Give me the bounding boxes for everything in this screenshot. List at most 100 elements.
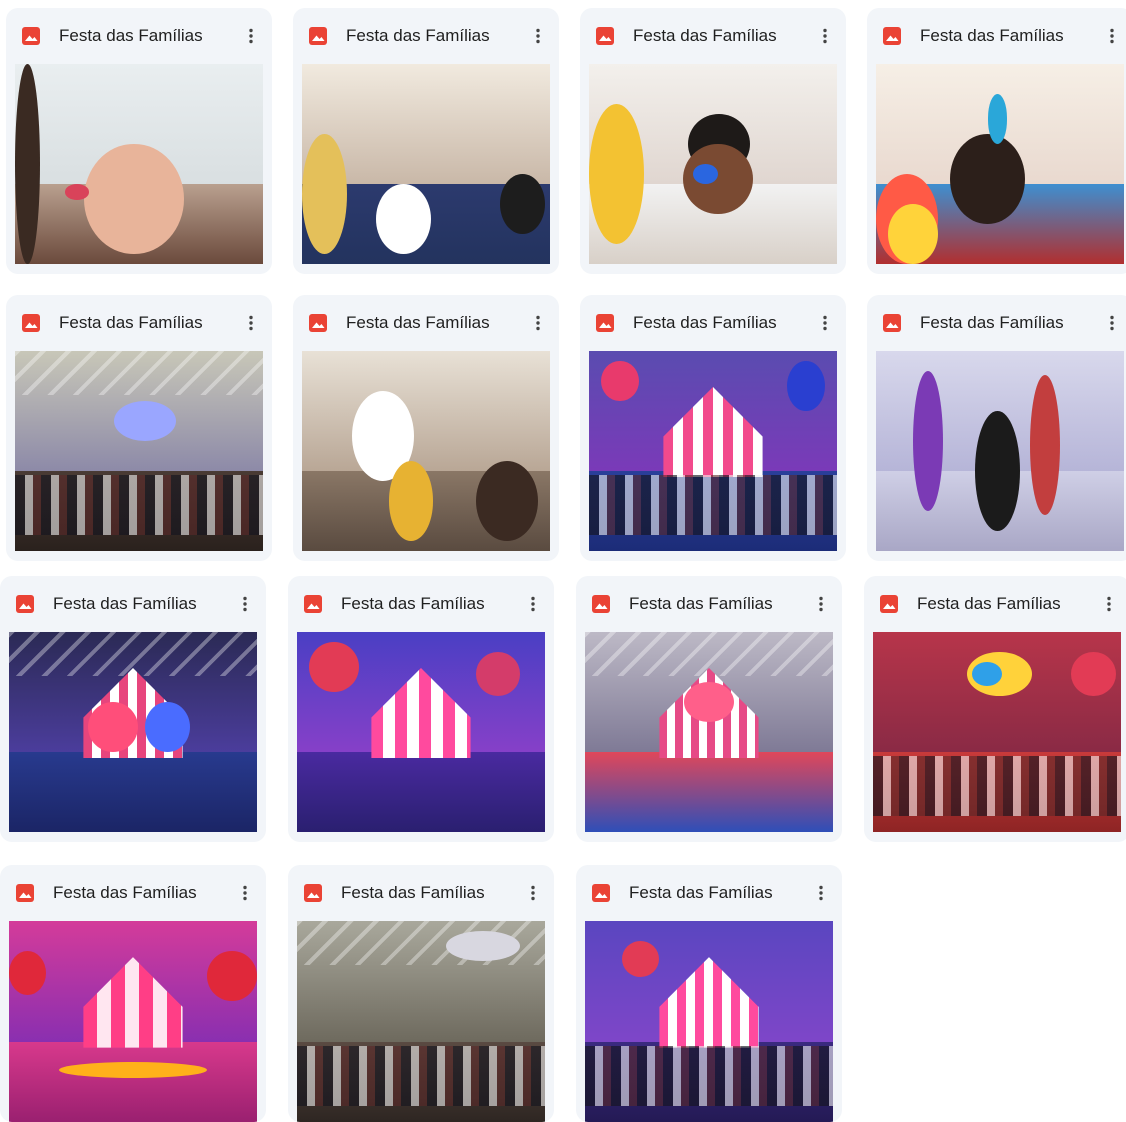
- photo-shape: [145, 702, 191, 752]
- image-file-icon: [15, 594, 35, 614]
- file-thumbnail[interactable]: [585, 632, 833, 832]
- file-card-header[interactable]: Festa das Famílias: [576, 576, 842, 632]
- image-file-icon: [591, 883, 611, 903]
- file-title: Festa das Famílias: [59, 26, 203, 45]
- file-thumbnail[interactable]: [15, 351, 263, 551]
- file-thumbnail[interactable]: [297, 632, 545, 832]
- file-card[interactable]: Festa das Famílias: [6, 8, 272, 274]
- file-card[interactable]: Festa das Famílias: [293, 295, 559, 561]
- file-card-header[interactable]: Festa das Famílias: [0, 576, 266, 632]
- file-card-header[interactable]: Festa das Famílias: [288, 865, 554, 921]
- photo-shape: [84, 144, 184, 254]
- file-card-header[interactable]: Festa das Famílias: [288, 576, 554, 632]
- photo-shape: [309, 642, 359, 692]
- file-thumbnail[interactable]: [876, 64, 1124, 264]
- photo-shape: [693, 164, 718, 184]
- photo-shape: [972, 662, 1002, 686]
- file-thumbnail[interactable]: [302, 351, 550, 551]
- file-thumbnail[interactable]: [589, 64, 837, 264]
- more-vert-icon[interactable]: [810, 882, 832, 904]
- file-card[interactable]: Festa das Famílias: [288, 865, 554, 1122]
- file-card-header[interactable]: Festa das Famílias: [293, 8, 559, 64]
- photo-shape: [475, 652, 521, 696]
- photo-shape: [88, 702, 138, 752]
- photo-shape: [913, 371, 943, 511]
- file-title: Festa das Famílias: [633, 313, 777, 332]
- file-thumbnail[interactable]: [9, 921, 257, 1122]
- file-card[interactable]: Festa das Famílias: [580, 8, 846, 274]
- photo-ceiling: [15, 351, 263, 395]
- more-vert-icon[interactable]: [1101, 25, 1123, 47]
- file-thumbnail[interactable]: [876, 351, 1124, 551]
- file-card-header[interactable]: Festa das Famílias: [867, 8, 1126, 64]
- file-card-header[interactable]: Festa das Famílias: [867, 295, 1126, 351]
- photo-shape: [500, 174, 546, 234]
- file-title: Festa das Famílias: [629, 883, 773, 902]
- file-title: Festa das Famílias: [59, 313, 203, 332]
- file-card[interactable]: Festa das Famílias: [864, 576, 1126, 842]
- file-card[interactable]: Festa das Famílias: [0, 576, 266, 842]
- more-vert-icon[interactable]: [240, 25, 262, 47]
- photo-shape: [589, 104, 644, 244]
- file-thumbnail[interactable]: [9, 632, 257, 832]
- more-vert-icon[interactable]: [522, 593, 544, 615]
- more-vert-icon[interactable]: [522, 882, 544, 904]
- file-card-header[interactable]: Festa das Famílias: [864, 576, 1126, 632]
- file-thumbnail[interactable]: [585, 921, 833, 1122]
- file-thumbnail[interactable]: [297, 921, 545, 1122]
- more-vert-icon[interactable]: [234, 882, 256, 904]
- file-title: Festa das Famílias: [346, 26, 490, 45]
- file-card-header[interactable]: Festa das Famílias: [293, 295, 559, 351]
- photo-floor: [585, 752, 833, 832]
- file-card[interactable]: Festa das Famílias: [6, 295, 272, 561]
- file-card-header[interactable]: Festa das Famílias: [0, 865, 266, 921]
- photo-shape: [787, 361, 825, 411]
- file-card[interactable]: Festa das Famílias: [580, 295, 846, 561]
- file-thumbnail[interactable]: [873, 632, 1121, 832]
- file-card[interactable]: Festa das Famílias: [867, 295, 1126, 561]
- file-card-header[interactable]: Festa das Famílias: [6, 8, 272, 64]
- file-card[interactable]: Festa das Famílias: [867, 8, 1126, 274]
- file-card-header[interactable]: Festa das Famílias: [580, 8, 846, 64]
- file-thumbnail[interactable]: [302, 64, 550, 264]
- photo-shape: [1029, 375, 1060, 515]
- photo-shape: [302, 134, 347, 254]
- more-vert-icon[interactable]: [814, 25, 836, 47]
- photo-crowd: [585, 1045, 833, 1106]
- more-vert-icon[interactable]: [234, 593, 256, 615]
- image-file-icon: [882, 26, 902, 46]
- file-title: Festa das Famílias: [341, 594, 485, 613]
- photo-shape: [207, 951, 257, 1002]
- file-card[interactable]: Festa das Famílias: [576, 865, 842, 1122]
- photo-shape: [15, 64, 40, 264]
- file-thumbnail[interactable]: [589, 351, 837, 551]
- more-vert-icon[interactable]: [527, 25, 549, 47]
- file-card[interactable]: Festa das Famílias: [576, 576, 842, 842]
- photo-background: [302, 351, 550, 471]
- more-vert-icon[interactable]: [810, 593, 832, 615]
- photo-shape: [683, 144, 753, 214]
- image-file-icon: [882, 313, 902, 333]
- file-thumbnail[interactable]: [15, 64, 263, 264]
- image-file-icon: [308, 26, 328, 46]
- photo-shape: [64, 184, 90, 200]
- file-card-header[interactable]: Festa das Famílias: [6, 295, 272, 351]
- more-vert-icon[interactable]: [527, 312, 549, 334]
- photo-floor: [297, 752, 545, 832]
- file-card[interactable]: Festa das Famílias: [0, 865, 266, 1122]
- more-vert-icon[interactable]: [814, 312, 836, 334]
- file-card[interactable]: Festa das Famílias: [293, 8, 559, 274]
- more-vert-icon[interactable]: [240, 312, 262, 334]
- image-file-icon: [21, 313, 41, 333]
- file-title: Festa das Famílias: [629, 594, 773, 613]
- more-vert-icon[interactable]: [1101, 312, 1123, 334]
- more-vert-icon[interactable]: [1098, 593, 1120, 615]
- file-card-header[interactable]: Festa das Famílias: [576, 865, 842, 921]
- photo-shape: [388, 461, 434, 541]
- photo-shape: [114, 401, 177, 441]
- file-title: Festa das Famílias: [346, 313, 490, 332]
- file-card[interactable]: Festa das Famílias: [288, 576, 554, 842]
- file-card-header[interactable]: Festa das Famílias: [580, 295, 846, 351]
- image-file-icon: [591, 594, 611, 614]
- image-file-icon: [303, 883, 323, 903]
